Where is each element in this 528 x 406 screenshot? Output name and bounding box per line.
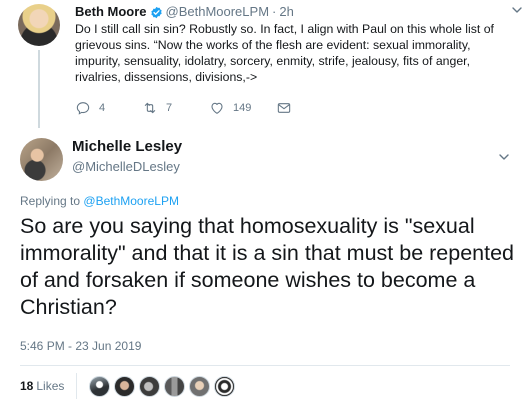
parent-tweet-header: Beth Moore @BethMooreLPM · 2h (75, 4, 515, 20)
author-name[interactable]: Michelle Lesley (72, 138, 182, 156)
author-handle[interactable]: @MichelleDLesley (72, 159, 180, 175)
chevron-down-icon[interactable] (498, 151, 510, 163)
author-handle[interactable]: @BethMooreLPM (166, 4, 270, 20)
main-tweet-header: Michelle Lesley @MichelleDLesley (0, 131, 528, 183)
liker-avatar[interactable] (114, 375, 136, 397)
replying-to: Replying to @BethMooreLPM (20, 194, 179, 209)
divider (20, 365, 510, 366)
direct-message-icon (277, 103, 291, 113)
tweet-actions: 4 7 149 (75, 100, 300, 116)
replying-prefix: Replying to (20, 194, 81, 208)
parent-tweet[interactable]: Beth Moore @BethMooreLPM · 2h Do I still… (0, 0, 528, 128)
likes-count[interactable]: 18 (20, 379, 33, 393)
retweet-icon (144, 102, 156, 114)
tweet-timestamp[interactable]: 5:46 PM - 23 Jun 2019 (20, 339, 141, 354)
retweet-button[interactable]: 7 (142, 100, 209, 116)
separator: · (272, 4, 277, 19)
liker-avatar[interactable] (89, 375, 111, 397)
like-count: 149 (233, 102, 252, 114)
avatar[interactable] (20, 138, 63, 181)
liker-avatars (89, 375, 239, 397)
tweet-text: So are you saying that homosexuality is … (20, 214, 515, 319)
liker-avatar[interactable] (214, 375, 236, 397)
likes-row: 18 Likes (20, 372, 239, 400)
reply-count: 4 (99, 102, 106, 114)
verified-badge-icon (150, 6, 162, 18)
like-icon (211, 102, 223, 114)
replying-to-link[interactable]: @BethMooreLPM (83, 194, 179, 208)
liker-avatar[interactable] (139, 375, 161, 397)
reply-icon (76, 102, 90, 115)
thread-connector (38, 50, 40, 128)
like-button[interactable]: 149 (209, 100, 276, 116)
avatar[interactable] (18, 4, 60, 46)
retweet-count: 7 (166, 102, 173, 114)
likes-label[interactable]: Likes (36, 379, 64, 393)
divider (76, 373, 78, 399)
tweet-text: Do I still call sin sin? Robustly so. In… (75, 22, 494, 84)
direct-message-button[interactable] (276, 100, 300, 116)
parent-tweet-body: Beth Moore @BethMooreLPM · 2h Do I still… (75, 4, 522, 85)
author-name[interactable]: Beth Moore (75, 4, 147, 20)
liker-avatar[interactable] (189, 375, 211, 397)
tweet-time[interactable]: 2h (279, 4, 293, 20)
liker-avatar[interactable] (164, 375, 186, 397)
reply-button[interactable]: 4 (75, 100, 142, 116)
chevron-down-icon[interactable] (511, 4, 523, 16)
